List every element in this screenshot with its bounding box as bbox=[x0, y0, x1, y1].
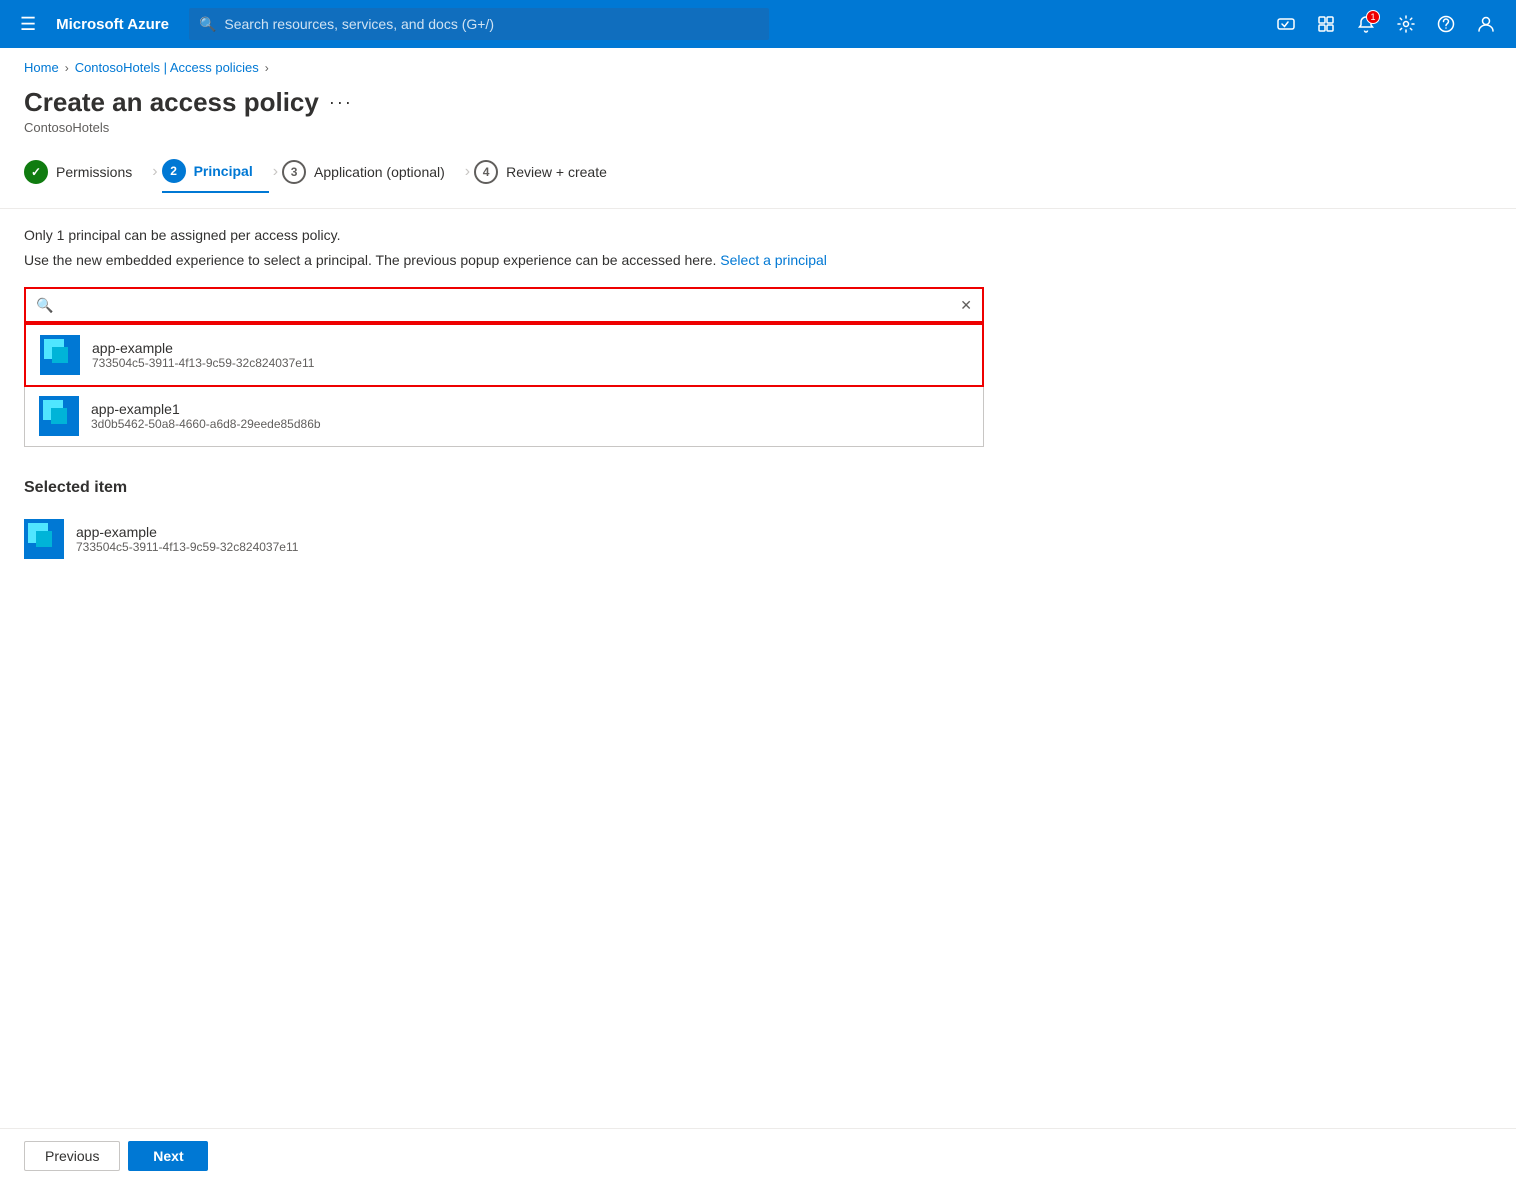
step-4-circle: 4 bbox=[474, 160, 498, 184]
directory-icon[interactable] bbox=[1308, 6, 1344, 42]
more-options-button[interactable]: ··· bbox=[329, 92, 353, 113]
search-input[interactable]: app-example bbox=[61, 297, 952, 313]
search-box-icon: 🔍 bbox=[36, 297, 53, 314]
selected-item-name: app-example bbox=[76, 524, 298, 540]
step-1-circle: ✓ bbox=[24, 160, 48, 184]
result-item-1[interactable]: app-example1 3d0b5462-50a8-4660-a6d8-29e… bbox=[25, 386, 983, 446]
cloud-shell-icon[interactable] bbox=[1268, 6, 1304, 42]
main-content: Only 1 principal can be assigned per acc… bbox=[0, 209, 1516, 585]
selected-item: app-example 733504c5-3911-4f13-9c59-32c8… bbox=[24, 509, 1492, 569]
global-search[interactable]: 🔍 bbox=[189, 8, 769, 40]
wizard-step-permissions[interactable]: ✓ Permissions bbox=[24, 152, 148, 192]
step-2-label: Principal bbox=[194, 163, 253, 179]
search-clear-button[interactable]: ✕ bbox=[960, 297, 972, 314]
select-principal-link[interactable]: Select a principal bbox=[720, 252, 827, 268]
selected-section-title: Selected item bbox=[24, 479, 1492, 497]
result-item-0[interactable]: app-example 733504c5-3911-4f13-9c59-32c8… bbox=[24, 323, 984, 387]
wizard-step-principal[interactable]: 2 Principal bbox=[162, 151, 269, 193]
step-2-circle: 2 bbox=[162, 159, 186, 183]
global-search-input[interactable] bbox=[224, 16, 759, 32]
help-icon[interactable] bbox=[1428, 6, 1464, 42]
app-icon-1 bbox=[39, 396, 79, 436]
result-id-0: 733504c5-3911-4f13-9c59-32c824037e11 bbox=[92, 356, 314, 370]
breadcrumb-sep-2: › bbox=[265, 61, 269, 75]
result-name-1: app-example1 bbox=[91, 401, 321, 417]
step-3-label: Application (optional) bbox=[314, 164, 445, 180]
notification-count: 1 bbox=[1366, 10, 1380, 24]
step-3-circle: 3 bbox=[282, 160, 306, 184]
result-name-0: app-example bbox=[92, 340, 314, 356]
settings-icon[interactable] bbox=[1388, 6, 1424, 42]
notifications-icon[interactable]: 1 bbox=[1348, 6, 1384, 42]
wizard-steps: ✓ Permissions › 2 Principal › 3 Applicat… bbox=[0, 151, 1516, 209]
breadcrumb: Home › ContosoHotels | Access policies › bbox=[0, 48, 1516, 79]
results-list: app-example 733504c5-3911-4f13-9c59-32c8… bbox=[24, 323, 984, 447]
info-line-2-prefix: Use the new embedded experience to selec… bbox=[24, 252, 716, 268]
page-title: Create an access policy bbox=[24, 87, 319, 118]
next-button[interactable]: Next bbox=[128, 1141, 208, 1171]
step-1-label: Permissions bbox=[56, 164, 132, 180]
account-icon[interactable] bbox=[1468, 6, 1504, 42]
nav-icons: 1 bbox=[1268, 6, 1504, 42]
info-line-2: Use the new embedded experience to selec… bbox=[24, 250, 1492, 271]
step-4-label: Review + create bbox=[506, 164, 607, 180]
app-icon-0 bbox=[40, 335, 80, 375]
search-box[interactable]: 🔍 app-example ✕ bbox=[24, 287, 984, 323]
previous-button[interactable]: Previous bbox=[24, 1141, 120, 1171]
footer: Previous Next bbox=[0, 1128, 1516, 1183]
brand-name: Microsoft Azure bbox=[56, 16, 169, 33]
hamburger-menu[interactable]: ☰ bbox=[12, 6, 44, 43]
search-icon: 🔍 bbox=[199, 16, 216, 33]
breadcrumb-access-policies[interactable]: ContosoHotels | Access policies bbox=[75, 60, 259, 75]
breadcrumb-sep-1: › bbox=[65, 61, 69, 75]
wizard-step-application[interactable]: 3 Application (optional) bbox=[282, 152, 461, 192]
selected-item-id: 733504c5-3911-4f13-9c59-32c824037e11 bbox=[76, 540, 298, 554]
info-line-1: Only 1 principal can be assigned per acc… bbox=[24, 225, 1492, 246]
page-header: Create an access policy ··· bbox=[0, 79, 1516, 118]
top-navigation: ☰ Microsoft Azure 🔍 1 bbox=[0, 0, 1516, 48]
selected-section: Selected item app-example 733504c5-3911-… bbox=[24, 479, 1492, 569]
selected-app-icon bbox=[24, 519, 64, 559]
breadcrumb-home[interactable]: Home bbox=[24, 60, 59, 75]
page-subtitle: ContosoHotels bbox=[0, 118, 1516, 151]
result-id-1: 3d0b5462-50a8-4660-a6d8-29eede85d86b bbox=[91, 417, 321, 431]
wizard-step-review[interactable]: 4 Review + create bbox=[474, 152, 623, 192]
search-container: 🔍 app-example ✕ app-example 733504c5-391… bbox=[24, 287, 984, 447]
